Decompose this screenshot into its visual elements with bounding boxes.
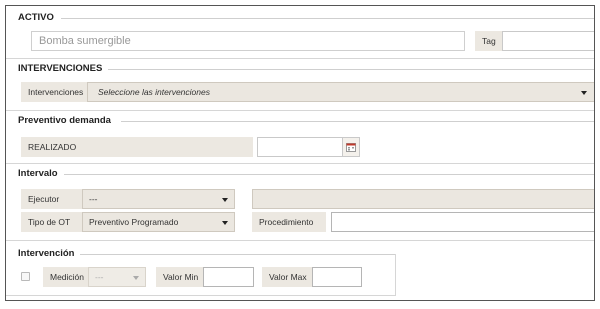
procedimiento-input[interactable] <box>331 212 594 232</box>
section-title-intervenciones: INTERVENCIONES <box>18 63 103 74</box>
calendar-icon <box>346 143 356 152</box>
ejecutor-select[interactable]: --- <box>82 189 235 209</box>
ejecutor-label: Ejecutor <box>21 189 82 209</box>
divider <box>6 163 594 164</box>
intervenciones-label: Intervenciones <box>21 82 87 102</box>
ejecutor-value: --- <box>89 194 98 204</box>
section-title-intervencion: Intervención <box>18 248 75 259</box>
intervenciones-select[interactable]: Seleccione las intervenciones <box>87 82 594 102</box>
divider <box>64 174 594 175</box>
section-title-intervalo: Intervalo <box>18 168 58 179</box>
realizado-label: REALIZADO <box>21 137 253 157</box>
asset-field[interactable]: Bomba sumergible <box>31 31 465 51</box>
section-title-activo: ACTIVO <box>18 12 54 23</box>
chevron-down-icon <box>222 198 228 202</box>
chevron-down-icon <box>581 91 587 95</box>
tipo-ot-label: Tipo de OT <box>21 212 82 232</box>
intervencion-checkbox[interactable] <box>21 272 30 281</box>
tipo-ot-value: Preventivo Programado <box>89 217 179 227</box>
medicion-select[interactable]: --- <box>88 267 146 287</box>
intervenciones-placeholder: Seleccione las intervenciones <box>98 87 210 97</box>
tag-label: Tag <box>475 31 503 51</box>
divider <box>6 110 594 111</box>
divider <box>108 69 594 70</box>
valor-min-input[interactable] <box>203 267 254 287</box>
date-input[interactable] <box>257 137 343 157</box>
form-panel: ACTIVO Bomba sumergible Tag INTERVENCION… <box>5 5 595 301</box>
chevron-down-icon <box>222 221 228 225</box>
divider <box>80 254 396 255</box>
valor-max-label: Valor Max <box>262 267 312 287</box>
divider <box>395 254 396 296</box>
medicion-value: --- <box>95 272 104 282</box>
calendar-button[interactable] <box>342 137 360 157</box>
procedimiento-label: Procedimiento <box>252 212 326 232</box>
divider <box>61 18 594 19</box>
valor-min-label: Valor Min <box>156 267 203 287</box>
section-title-preventivo: Preventivo demanda <box>18 115 111 126</box>
asset-value: Bomba sumergible <box>39 35 131 47</box>
ejecutor-detail-field[interactable] <box>252 189 594 209</box>
divider <box>6 295 396 296</box>
chevron-down-icon <box>133 276 139 280</box>
divider <box>6 58 594 59</box>
tipo-ot-select[interactable]: Preventivo Programado <box>82 212 235 232</box>
divider <box>121 121 594 122</box>
valor-max-input[interactable] <box>312 267 362 287</box>
tag-input[interactable] <box>502 31 594 51</box>
medicion-label: Medición <box>43 267 88 287</box>
divider <box>6 240 594 241</box>
